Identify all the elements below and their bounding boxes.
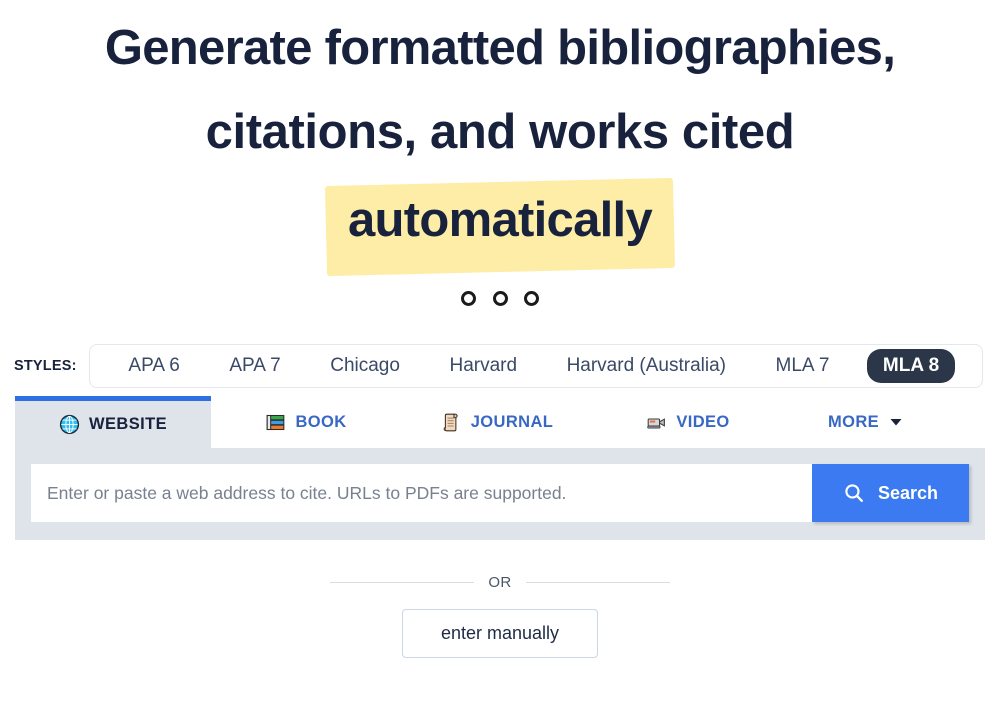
carousel-dot-1[interactable]: [461, 291, 476, 306]
search-button[interactable]: Search: [812, 464, 969, 522]
tab-book[interactable]: BOOK: [211, 396, 401, 448]
tab-more[interactable]: MORE: [783, 396, 949, 448]
hero-heading-line-2: citations, and works cited: [0, 90, 1000, 174]
tab-more-label: MORE: [828, 413, 879, 432]
hero-heading-line-3: automatically: [0, 176, 1000, 268]
video-camera-icon: [646, 412, 667, 433]
search-icon: [843, 482, 865, 504]
style-option-chicago[interactable]: Chicago: [318, 350, 412, 382]
style-option-harvard-australia[interactable]: Harvard (Australia): [555, 350, 738, 382]
carousel-dot-3[interactable]: [524, 291, 539, 306]
chevron-down-icon: [888, 414, 904, 430]
manual-entry-row: enter manually: [0, 609, 1000, 658]
style-option-mla7[interactable]: MLA 7: [764, 350, 842, 382]
search-input[interactable]: [31, 464, 812, 522]
citation-styles-row: STYLES: APA 6 APA 7 Chicago Harvard Harv…: [0, 344, 1000, 388]
tab-video-label: VIDEO: [676, 413, 729, 432]
source-type-tabs: WEBSITE BOOK: [15, 396, 985, 448]
styles-label: STYLES:: [14, 358, 77, 374]
styles-selector[interactable]: APA 6 APA 7 Chicago Harvard Harvard (Aus…: [89, 344, 983, 388]
tab-website-label: WEBSITE: [89, 415, 167, 434]
highlighted-word-wrapper: automatically: [326, 176, 674, 268]
search-panel: Search: [15, 448, 985, 540]
tab-book-label: BOOK: [295, 413, 346, 432]
carousel-dot-2[interactable]: [493, 291, 508, 306]
style-option-apa6[interactable]: APA 6: [116, 350, 191, 382]
divider-label: OR: [474, 574, 525, 591]
scroll-icon: [441, 412, 462, 433]
globe-icon: [59, 414, 80, 435]
books-icon: [265, 412, 286, 433]
hero-section: Generate formatted bibliographies, citat…: [0, 0, 1000, 268]
divider-line-right: [526, 582, 670, 583]
enter-manually-button[interactable]: enter manually: [402, 609, 598, 658]
tab-journal-label: JOURNAL: [471, 413, 554, 432]
carousel-indicator[interactable]: [0, 290, 1000, 320]
hero-heading-line-1: Generate formatted bibliographies,: [0, 6, 1000, 90]
or-divider: OR: [0, 574, 1000, 591]
highlighted-word: automatically: [348, 193, 652, 247]
style-option-mla8[interactable]: MLA 8: [867, 349, 955, 383]
search-button-label: Search: [878, 483, 938, 504]
tab-video[interactable]: VIDEO: [593, 396, 783, 448]
style-option-apa7[interactable]: APA 7: [217, 350, 292, 382]
style-option-harvard[interactable]: Harvard: [437, 350, 529, 382]
tab-journal[interactable]: JOURNAL: [401, 396, 593, 448]
tab-website[interactable]: WEBSITE: [15, 396, 211, 448]
citation-source-block: WEBSITE BOOK: [0, 396, 1000, 540]
divider-line-left: [330, 582, 474, 583]
